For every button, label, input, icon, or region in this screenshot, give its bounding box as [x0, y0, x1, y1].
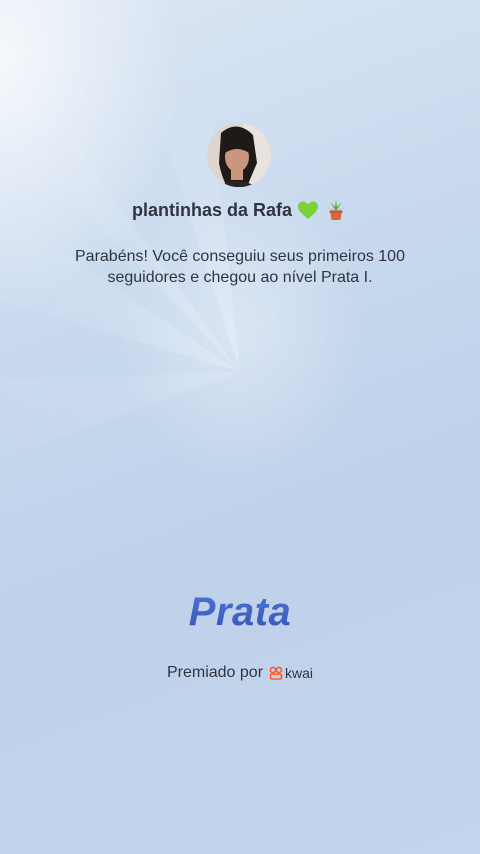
message-line-1: Parabéns! Você conseguiu seus primeiros … [75, 248, 405, 265]
green-heart-icon [296, 198, 320, 222]
potted-plant-icon [324, 198, 348, 222]
message-line-2: seguidores e chegou ao nível Prata I. [107, 269, 373, 286]
profile-title-row: plantinhas da Rafa [0, 198, 480, 222]
awarded-by: Premiado por kwai [0, 664, 480, 682]
congratulations-message: Parabéns! Você conseguiu seus primeiros … [40, 246, 440, 288]
kwai-logo: kwai [269, 665, 313, 681]
level-name: Prata [0, 590, 480, 635]
awarded-label: Premiado por [166, 664, 264, 681]
kwai-logo-icon [269, 666, 283, 680]
profile-name: plantinhas da Rafa [131, 199, 293, 220]
avatar[interactable] [207, 123, 271, 187]
brand-name: kwai [285, 665, 314, 681]
